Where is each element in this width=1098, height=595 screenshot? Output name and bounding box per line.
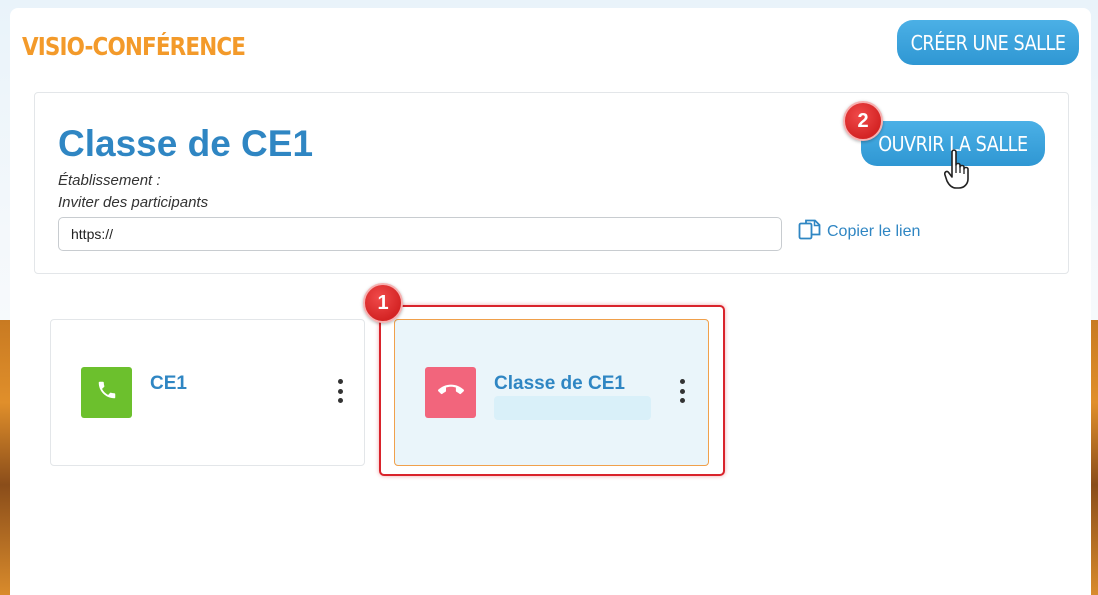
room-card-name[interactable]: CE1 <box>150 373 187 395</box>
hand-cursor-icon <box>944 148 974 195</box>
copy-icon <box>798 218 822 245</box>
room-title: Classe de CE1 <box>58 123 314 164</box>
step-badge-1: 1 <box>363 283 403 323</box>
copy-link-label: Copier le lien <box>827 222 921 240</box>
room-card[interactable]: CE1 <box>50 319 365 466</box>
room-card-name[interactable]: Classe de CE1 <box>494 373 625 395</box>
invite-participants-label: Inviter des participants <box>58 194 209 211</box>
create-room-label: CRÉER UNE SALLE <box>910 30 1066 55</box>
create-room-button[interactable]: CRÉER UNE SALLE <box>897 20 1079 65</box>
more-options-icon[interactable] <box>676 379 688 403</box>
copy-link-button[interactable]: Copier le lien <box>798 218 920 245</box>
call-hangup-button[interactable] <box>425 367 476 418</box>
establishment-label: Établissement : <box>58 172 161 189</box>
more-options-icon[interactable] <box>334 379 346 403</box>
phone-hangup-icon <box>437 377 464 408</box>
invite-url-field[interactable] <box>58 217 782 251</box>
room-card-selected[interactable]: Classe de CE1 <box>394 319 709 466</box>
app-title: VISIO-CONFÉRENCE <box>22 32 246 61</box>
room-details-box: Classe de CE1 Établissement : Inviter de… <box>34 92 1069 274</box>
step-badge-2: 2 <box>843 101 883 141</box>
call-start-button[interactable] <box>81 367 132 418</box>
phone-icon <box>96 379 118 406</box>
status-pill <box>494 396 651 420</box>
